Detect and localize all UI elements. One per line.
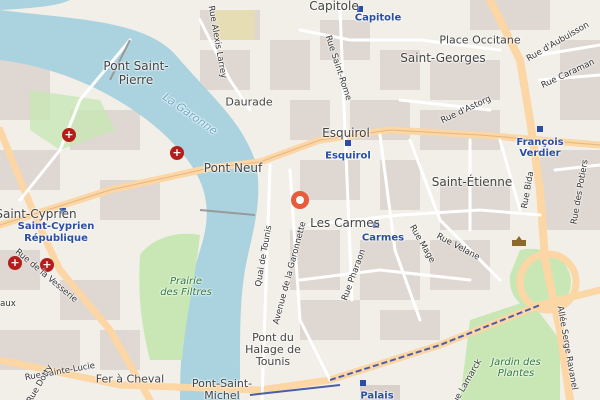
label-carmes-metro[interactable]: Carmes [362, 233, 404, 244]
label-capitole: Capitole [309, 0, 359, 13]
label-francois-verdier[interactable]: François Verdier [516, 137, 563, 159]
label-saint-etienne: Saint-Étienne [431, 175, 513, 189]
metro-station-icon[interactable] [537, 126, 543, 132]
label-palais-metro[interactable]: Palais [360, 391, 393, 400]
label-saint-georges: Saint-Georges [400, 51, 486, 65]
label-esquirol-metro[interactable]: Esquirol [325, 151, 371, 162]
hospital-cross-icon[interactable]: + [170, 146, 184, 160]
street-aux: aux [0, 299, 16, 309]
metro-station-icon[interactable] [345, 140, 351, 146]
label-fer-a-cheval: Fer à Cheval [95, 372, 165, 386]
label-les-carmes: Les Carmes [310, 216, 380, 230]
label-saint-cyprien: Saint-Cyprien [0, 207, 77, 221]
map-canvas[interactable]: + + + + Capitole Capitole Place Occitane… [0, 0, 600, 400]
label-pont-saint-michel: Pont-Saint- Michel [191, 377, 253, 400]
label-capitole-metro[interactable]: Capitole [355, 13, 402, 24]
hospital-cross-icon[interactable]: + [62, 128, 76, 142]
label-saint-cyprien-republique[interactable]: Saint-Cyprien République [18, 221, 95, 245]
location-marker-icon[interactable] [291, 191, 309, 209]
label-place-occitane: Place Occitane [439, 33, 521, 47]
metro-station-icon[interactable] [360, 380, 366, 386]
label-daurade: Daurade [225, 95, 273, 109]
label-pont-du-halage: Pont du Halage de Tounis [245, 331, 301, 368]
label-pont-neuf: Pont Neuf [203, 161, 263, 175]
label-jardin-des-plantes: Jardin des Plantes [491, 357, 541, 379]
label-prairie-des-filtres: Prairie des Filtres [160, 276, 212, 298]
label-esquirol: Esquirol [322, 126, 370, 140]
label-pont-saint-pierre: Pont Saint- Pierre [103, 59, 169, 87]
